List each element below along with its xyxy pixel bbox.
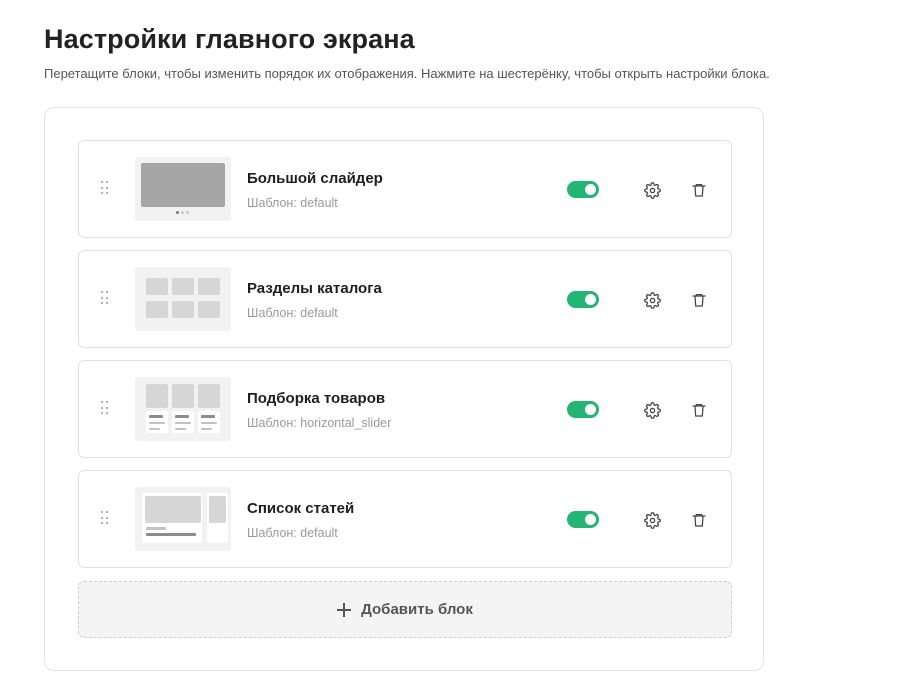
trash-icon[interactable] bbox=[688, 399, 710, 421]
plus-icon bbox=[337, 602, 352, 617]
gear-icon[interactable] bbox=[641, 509, 663, 531]
gear-icon[interactable] bbox=[641, 289, 663, 311]
block-enabled-toggle[interactable] bbox=[567, 291, 599, 308]
drag-handle-icon[interactable] bbox=[101, 291, 111, 307]
block-template: Шаблон: default bbox=[247, 526, 338, 540]
page-subtitle: Перетащите блоки, чтобы изменить порядок… bbox=[44, 66, 770, 81]
add-block-button[interactable]: Добавить блок bbox=[78, 581, 732, 638]
gear-icon[interactable] bbox=[641, 399, 663, 421]
drag-handle-icon[interactable] bbox=[101, 401, 111, 417]
block-template: Шаблон: default bbox=[247, 196, 338, 210]
gear-icon[interactable] bbox=[641, 179, 663, 201]
block-title: Список статей bbox=[247, 500, 355, 517]
block-enabled-toggle[interactable] bbox=[567, 401, 599, 418]
block-row-catalog[interactable]: Разделы каталога Шаблон: default bbox=[78, 250, 732, 348]
block-title: Разделы каталога bbox=[247, 280, 382, 297]
trash-icon[interactable] bbox=[688, 509, 710, 531]
block-title: Большой слайдер bbox=[247, 170, 383, 187]
block-enabled-toggle[interactable] bbox=[567, 511, 599, 528]
catalog-grid-preview-icon bbox=[135, 267, 231, 331]
block-template: Шаблон: default bbox=[247, 306, 338, 320]
block-template: Шаблон: horizontal_slider bbox=[247, 416, 392, 430]
block-row-slider[interactable]: Большой слайдер Шаблон: default bbox=[78, 140, 732, 238]
add-block-label: Добавить блок bbox=[361, 601, 473, 618]
blocks-panel: Большой слайдер Шаблон: default Разделы … bbox=[44, 107, 764, 671]
block-row-articles[interactable]: Список статей Шаблон: default bbox=[78, 470, 732, 568]
drag-handle-icon[interactable] bbox=[101, 181, 111, 197]
products-preview-icon bbox=[135, 377, 231, 441]
articles-preview-icon bbox=[135, 487, 231, 551]
slider-preview-icon bbox=[135, 157, 231, 221]
trash-icon[interactable] bbox=[688, 289, 710, 311]
drag-handle-icon[interactable] bbox=[101, 511, 111, 527]
page-title: Настройки главного экрана bbox=[44, 24, 415, 54]
block-title: Подборка товаров bbox=[247, 390, 386, 407]
trash-icon[interactable] bbox=[688, 179, 710, 201]
block-row-products[interactable]: Подборка товаров Шаблон: horizontal_slid… bbox=[78, 360, 732, 458]
block-enabled-toggle[interactable] bbox=[567, 181, 599, 198]
